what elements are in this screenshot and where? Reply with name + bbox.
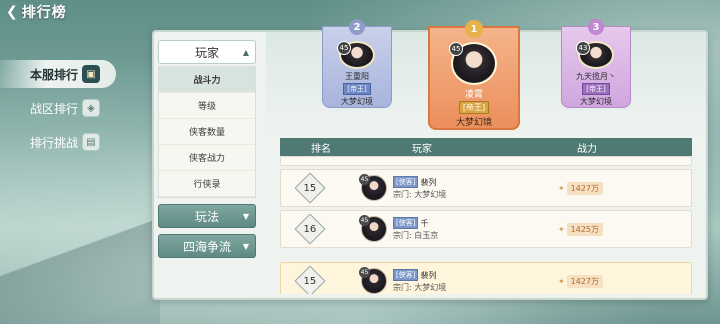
table-row-mine[interactable]: 15 45 [侠客] 裴列 宗门: 大梦幻境 ✦ 1427万 xyxy=(280,262,692,294)
player-info: [侠客] 裴列 宗门: 大梦幻境 xyxy=(393,269,446,293)
player-name: 裴列 xyxy=(420,270,437,280)
category-label: 玩法 xyxy=(194,209,219,224)
player-name: 千 xyxy=(420,218,429,228)
player-name: 九天揽月丶 xyxy=(576,72,616,81)
rank-number: 16 xyxy=(303,223,317,235)
header-player: 玩家 xyxy=(412,143,432,155)
subcategory-combat-power[interactable]: 战斗力 xyxy=(159,67,255,93)
header-power: 战力 xyxy=(577,143,597,155)
rank-badge: 1 xyxy=(465,20,483,38)
tab-server-ranking[interactable]: 本服排行 ▣ xyxy=(0,60,116,88)
subcategory-hero-power[interactable]: 侠客战力 xyxy=(159,145,255,171)
page-title: 排行榜 xyxy=(21,5,67,21)
power-number: 1427万 xyxy=(566,181,603,195)
sect-name: 大梦幻境 xyxy=(580,97,612,106)
subcategory-level[interactable]: 等级 xyxy=(159,93,255,119)
level-badge: 45 xyxy=(359,215,370,226)
player-name: 凌霄 xyxy=(464,90,483,100)
category-label: 四海争流 xyxy=(182,239,231,254)
title-tag: [侠客] xyxy=(393,176,419,188)
avatar: 43 xyxy=(576,41,614,69)
subcategory-hero-count[interactable]: 侠客数量 xyxy=(159,119,255,145)
server-icon: ▣ xyxy=(82,65,100,83)
player-info: [侠客] 裴列 宗门: 大梦幻境 xyxy=(393,176,446,200)
ranking-table[interactable]: 排名 玩家 战力 15 45 [侠客] 裴列 宗门: 大梦幻境 ✦ 1427万 16… xyxy=(280,138,692,294)
sect-name: 大梦幻境 xyxy=(455,118,492,128)
level-badge: 45 xyxy=(449,42,463,56)
category-gameplay-button[interactable]: 玩法 ▼ xyxy=(158,204,256,228)
power-icon: ✦ xyxy=(557,224,565,234)
caret-up-icon: ▲ xyxy=(242,47,249,57)
power-value: ✦ 1427万 xyxy=(557,274,603,288)
level-badge: 43 xyxy=(576,41,590,55)
table-row[interactable]: 16 45 [侠客] 千 宗门: 白玉京 ✦ 1425万 xyxy=(280,210,692,248)
table-row[interactable]: 15 45 [侠客] 裴列 宗门: 大梦幻境 ✦ 1427万 xyxy=(280,169,692,207)
avatar: 45 xyxy=(359,267,387,294)
power-icon: ✦ xyxy=(557,183,565,193)
challenge-icon: ▤ xyxy=(82,133,100,151)
player-name: 王重阳 xyxy=(345,72,369,81)
power-value: ✦ 1427万 xyxy=(557,181,603,195)
title-badge: [帝王] xyxy=(343,83,371,95)
power-value: ✦ 1425万 xyxy=(557,222,603,236)
avatar: 45 xyxy=(449,42,497,85)
title-tag: [侠客] xyxy=(393,217,419,229)
category-column: 玩家 ▲ 战斗力 等级 侠客数量 侠客战力 行侠录 玩法 ▼ 四海争流 ▼ xyxy=(158,40,256,258)
mountain-decoration xyxy=(0,204,160,324)
podium-first[interactable]: 1 45 凌霄 [帝王] 大梦幻境 xyxy=(428,20,520,130)
title-badge: [帝王] xyxy=(582,83,610,95)
rank-badge: 3 xyxy=(588,19,604,35)
rank-badge: 2 xyxy=(349,19,365,35)
level-badge: 45 xyxy=(359,174,370,185)
avatar: 45 xyxy=(359,174,387,201)
power-number: 1425万 xyxy=(566,222,603,236)
back-arrow-icon: ❮ xyxy=(6,4,18,20)
title-tag: [侠客] xyxy=(393,269,419,281)
back-button[interactable]: ❮ 排行榜 xyxy=(6,2,116,22)
level-badge: 45 xyxy=(337,41,351,55)
rank-diamond: 15 xyxy=(294,265,326,294)
rank-number: 15 xyxy=(303,182,317,194)
rank-diamond: 15 xyxy=(294,172,326,204)
first-place-banner: 1 45 凌霄 [帝王] 大梦幻境 xyxy=(428,20,520,130)
left-tab-list: 本服排行 ▣ 战区排行 ◈ 排行挑战 ▤ xyxy=(0,60,120,162)
player-subcategory-list: 战斗力 等级 侠客数量 侠客战力 行侠录 xyxy=(158,66,256,198)
table-row-partial xyxy=(280,156,692,166)
level-badge: 45 xyxy=(359,267,370,278)
tab-label: 本服排行 xyxy=(30,67,79,82)
region-icon: ◈ xyxy=(82,99,100,117)
power-icon: ✦ xyxy=(557,276,565,286)
header-rank: 排名 xyxy=(311,143,331,155)
tab-label: 战区排行 xyxy=(30,101,79,116)
sect-name: 宗门: 白玉京 xyxy=(393,231,439,240)
sect-name: 宗门: 大梦幻境 xyxy=(393,190,447,199)
rank-diamond: 16 xyxy=(294,213,326,245)
podium-third[interactable]: 3 43 九天揽月丶 [帝王] 大梦幻境 xyxy=(551,19,641,108)
avatar: 45 xyxy=(337,41,375,69)
sect-name: 宗门: 大梦幻境 xyxy=(393,283,447,292)
player-info: [侠客] 千 宗门: 白玉京 xyxy=(393,217,438,241)
tab-ranking-challenge[interactable]: 排行挑战 ▤ xyxy=(0,128,120,156)
subcategory-chivalry-record[interactable]: 行侠录 xyxy=(159,171,255,197)
podium-second[interactable]: 2 45 王重阳 [帝王] 大梦幻境 xyxy=(312,19,402,108)
avatar: 45 xyxy=(359,215,387,242)
caret-down-icon: ▼ xyxy=(242,211,249,221)
sect-name: 大梦幻境 xyxy=(341,97,373,106)
category-label: 玩家 xyxy=(194,45,219,60)
ranking-panel: 玩家 ▲ 战斗力 等级 侠客数量 侠客战力 行侠录 玩法 ▼ 四海争流 ▼ 2 … xyxy=(152,19,708,300)
rank-number: 15 xyxy=(303,275,317,287)
power-number: 1427万 xyxy=(566,274,603,288)
tab-label: 排行挑战 xyxy=(30,135,79,150)
table-header: 排名 玩家 战力 xyxy=(280,138,692,156)
title-badge: [帝王] xyxy=(458,101,490,114)
third-place-banner: 3 43 九天揽月丶 [帝王] 大梦幻境 xyxy=(561,19,631,108)
caret-down-icon: ▼ xyxy=(242,241,249,251)
category-world-button[interactable]: 四海争流 ▼ xyxy=(158,234,256,258)
second-place-banner: 2 45 王重阳 [帝王] 大梦幻境 xyxy=(322,19,392,108)
player-name: 裴列 xyxy=(420,177,437,187)
tab-region-ranking[interactable]: 战区排行 ◈ xyxy=(0,94,120,122)
category-player-header[interactable]: 玩家 ▲ xyxy=(158,40,256,64)
